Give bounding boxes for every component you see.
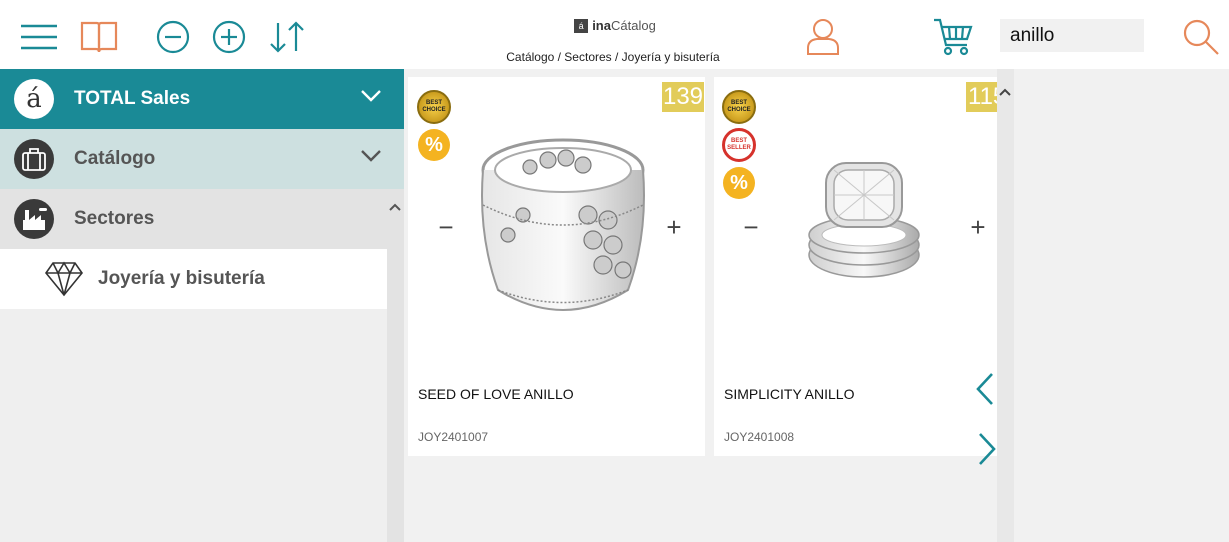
sidebar-item-label: Catálogo [74, 148, 156, 169]
next-arrow-icon[interactable] [974, 432, 998, 466]
stock-count-badge: 115 [966, 82, 997, 112]
book-icon[interactable] [79, 17, 119, 57]
product-image[interactable] [804, 155, 924, 285]
breadcrumb: Catálogo / Sectores / Joyería y bisuterí… [506, 50, 720, 64]
sidebar-item-label: Joyería y bisutería [98, 268, 265, 289]
factory-icon [14, 199, 54, 239]
chevron-down-icon[interactable] [360, 149, 382, 163]
product-card[interactable]: BEST CHOICE % 139 − + SEED OF LOVE ANILL… [408, 77, 705, 456]
sidebar-item-joyeria[interactable]: Joyería y bisutería [0, 249, 387, 309]
user-icon[interactable] [803, 17, 843, 57]
best-choice-badge: BEST CHOICE [722, 90, 756, 124]
brand-logo-icon: á [14, 79, 54, 119]
product-name[interactable]: SIMPLICITY ANILLO [724, 386, 854, 402]
scroll-up-icon[interactable] [389, 203, 401, 211]
brand-name: Cátalog [610, 18, 656, 33]
decrease-quantity-button[interactable]: − [739, 214, 763, 240]
product-image[interactable] [468, 125, 658, 325]
sidebar-item-label: TOTAL Sales [74, 88, 191, 109]
best-seller-badge: BEST SELLER [722, 128, 756, 162]
product-card[interactable]: BEST CHOICE BEST SELLER % 115 − + SIMPLI… [714, 77, 997, 456]
chevron-down-icon[interactable] [360, 89, 382, 103]
increase-quantity-button[interactable]: + [662, 214, 686, 240]
brand-prefix: ina [592, 18, 611, 33]
sort-icon[interactable] [268, 17, 308, 57]
sidebar-item-total-sales[interactable]: á TOTAL Sales [0, 69, 404, 129]
diamond-icon [44, 261, 84, 297]
brand-logo: á ina Cátalog [540, 18, 690, 33]
briefcase-icon [14, 139, 54, 179]
product-code: JOY2401008 [724, 430, 795, 444]
scroll-up-icon[interactable] [999, 88, 1011, 96]
sidebar-scrollbar[interactable] [387, 249, 404, 542]
sidebar-item-sectores[interactable]: Sectores [0, 189, 404, 249]
previous-arrow-icon[interactable] [974, 372, 998, 406]
best-choice-badge: BEST CHOICE [417, 90, 451, 124]
search-input[interactable] [1000, 19, 1144, 52]
cart-icon[interactable] [933, 17, 973, 57]
zoom-in-icon[interactable] [209, 17, 249, 57]
sidebar-item-catalogo[interactable]: Catálogo [0, 129, 404, 189]
content-scrollbar[interactable] [997, 69, 1014, 542]
zoom-out-icon[interactable] [153, 17, 193, 57]
product-name[interactable]: SEED OF LOVE ANILLO [418, 386, 574, 402]
top-bar: á ina Cátalog Catálogo / Sectores / Joyer… [0, 0, 1229, 69]
decrease-quantity-button[interactable]: − [434, 214, 458, 240]
sidebar-item-label: Sectores [74, 208, 155, 229]
menu-icon[interactable] [19, 17, 59, 57]
brand-mark-icon: á [574, 18, 589, 33]
product-code: JOY2401007 [418, 430, 489, 444]
stock-count-badge: 139 [662, 82, 704, 112]
sidebar: á TOTAL Sales Catálogo Sectores Joyería … [0, 69, 404, 542]
search-icon[interactable] [1181, 17, 1221, 57]
discount-badge: % [418, 129, 450, 161]
increase-quantity-button[interactable]: + [966, 214, 990, 240]
discount-badge: % [723, 167, 755, 199]
